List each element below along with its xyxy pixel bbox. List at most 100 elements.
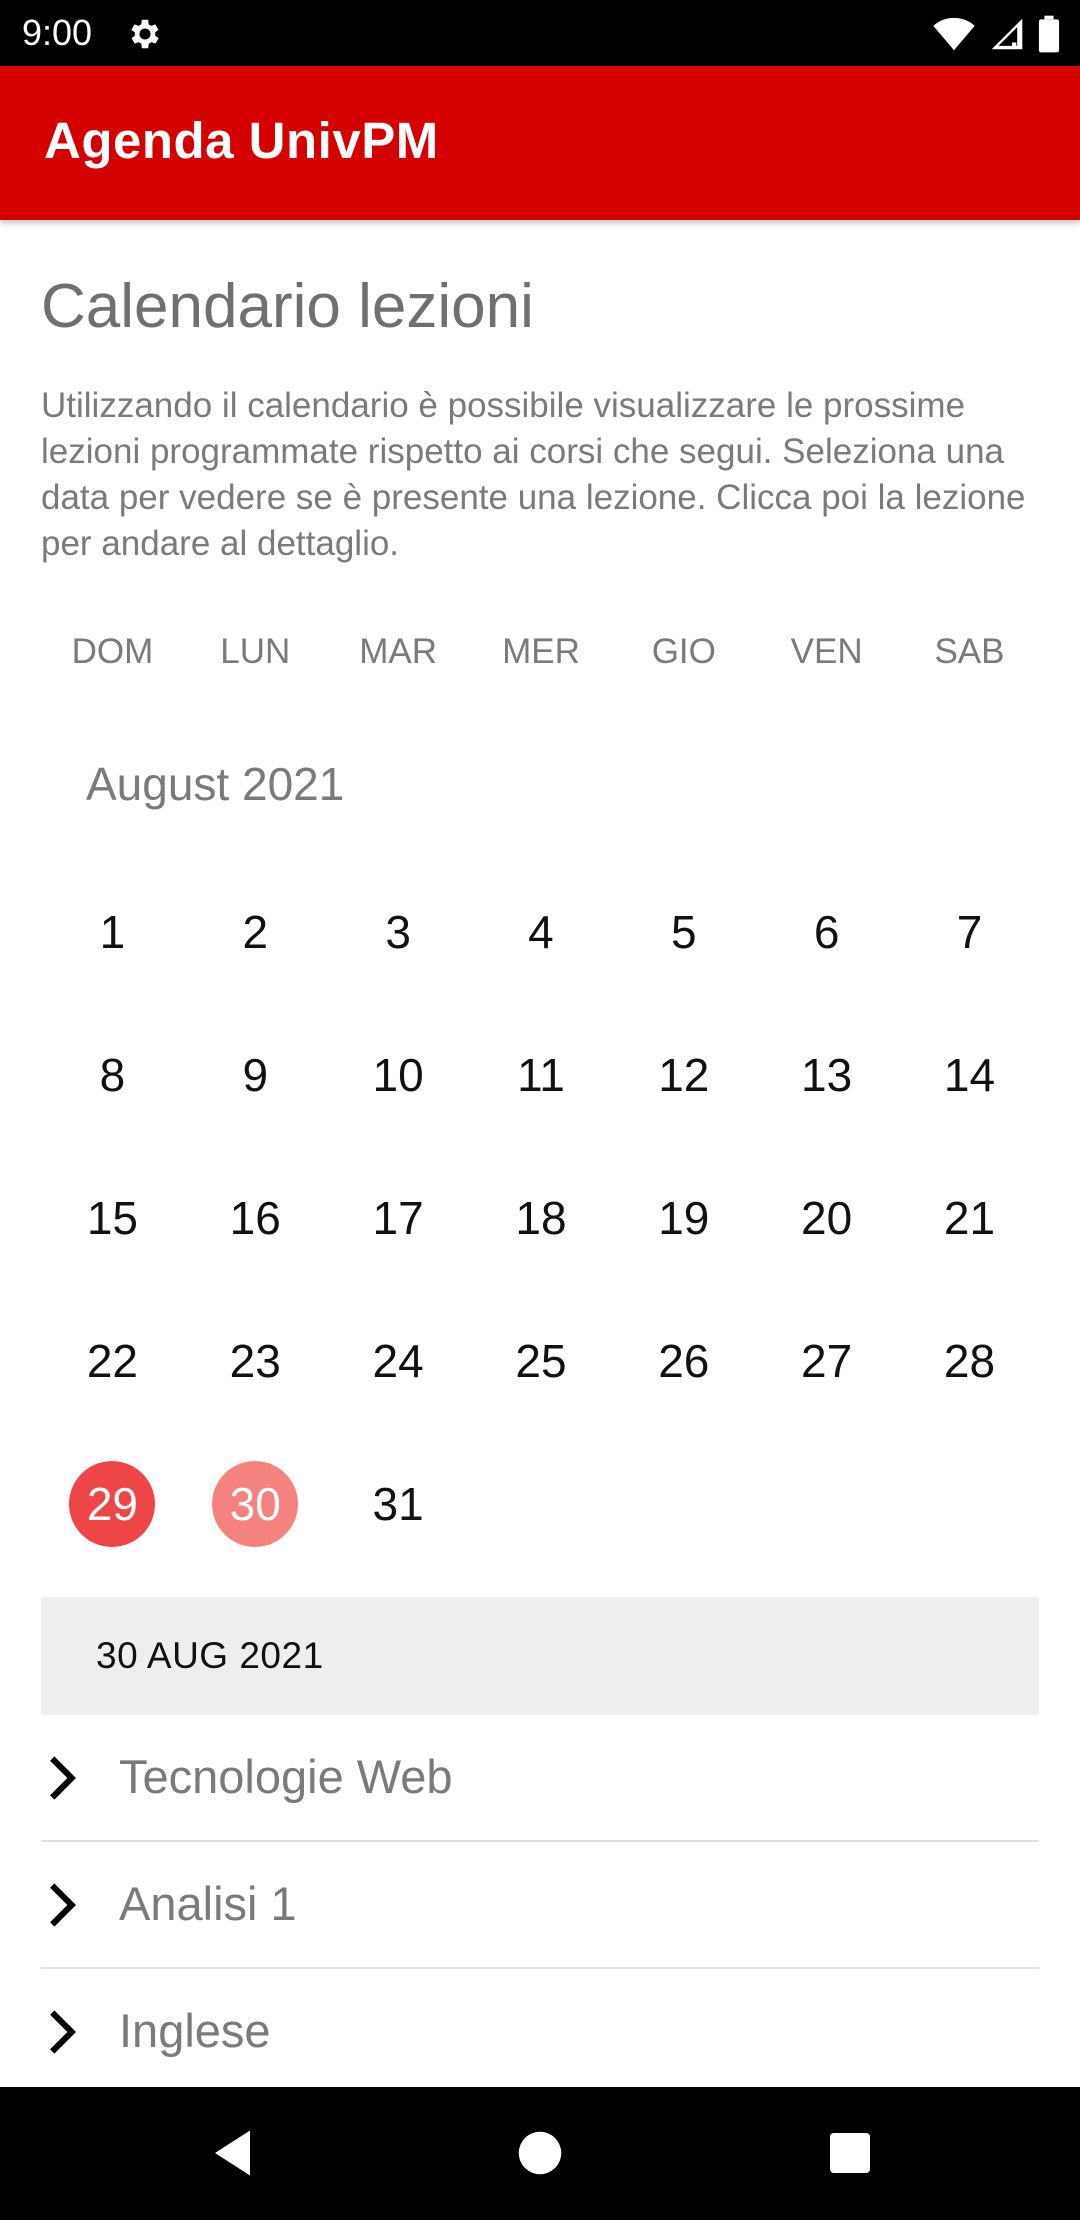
calendar-day-cell[interactable]: 6 <box>755 860 898 1003</box>
calendar-day-number: 20 <box>801 1191 853 1244</box>
calendar-grid: 1 2 3 4 5 6 7 8 9 10 11 12 13 14 15 16 17 18 19 20 21 22 23 24 2… <box>41 860 1041 1575</box>
calendar-day-cell[interactable]: 28 <box>898 1289 1041 1432</box>
calendar-day-number: 13 <box>801 1048 853 1101</box>
weekday-label: MAR <box>359 632 437 671</box>
chevron-right-icon <box>50 1883 77 1927</box>
weekday-header: DOM LUN MAR MER GIO VEN SAB <box>41 628 1041 676</box>
weekday-label: DOM <box>71 632 154 671</box>
calendar-week-row: 1 2 3 4 5 6 7 <box>41 860 1041 1003</box>
status-icons <box>932 14 1060 54</box>
intro-text: Utilizzando il calendario è possibile vi… <box>41 386 1026 563</box>
calendar-day-cell[interactable]: 9 <box>184 1003 327 1146</box>
calendar-day-cell[interactable]: 4 <box>470 860 613 1003</box>
calendar-day-cell[interactable]: 27 <box>755 1289 898 1432</box>
home-icon[interactable] <box>510 2123 570 2183</box>
calendar-day-number: 23 <box>229 1334 281 1387</box>
weekday-label: LUN <box>220 632 291 671</box>
calendar-day-number: 27 <box>801 1334 853 1387</box>
calendar-day-cell[interactable]: 17 <box>327 1146 470 1289</box>
calendar-day-cell[interactable]: 20 <box>755 1146 898 1289</box>
calendar-day-number: 26 <box>658 1334 710 1387</box>
chevron-right-icon <box>50 1756 77 1800</box>
calendar-week-row: 22 23 24 25 26 27 28 <box>41 1289 1041 1432</box>
calendar-day-cell[interactable]: 15 <box>41 1146 184 1289</box>
calendar-day-cell[interactable]: 18 <box>470 1146 613 1289</box>
calendar-week-row: 15 16 17 18 19 20 21 <box>41 1146 1041 1289</box>
calendar-day-number: 12 <box>658 1048 710 1101</box>
calendar-day-number: 11 <box>517 1048 565 1101</box>
app-title: Agenda UnivPM <box>44 112 439 169</box>
calendar-day-cell[interactable]: 30 <box>184 1432 327 1575</box>
cellular-signal-icon <box>991 18 1023 50</box>
calendar-day-number: 10 <box>372 1048 424 1101</box>
calendar-day-number: 25 <box>515 1334 567 1387</box>
calendar-day-number: 9 <box>242 1048 269 1101</box>
chevron-right-icon <box>50 2010 77 2054</box>
calendar-day-cell[interactable]: 12 <box>612 1003 755 1146</box>
calendar-day-today: 29 <box>69 1460 156 1547</box>
calendar-day-number: 18 <box>515 1191 567 1244</box>
month-label: August 2021 <box>86 758 345 810</box>
calendar-day-cell[interactable]: 25 <box>470 1289 613 1432</box>
weekday-label: SAB <box>934 632 1005 671</box>
lesson-label: Inglese <box>119 2004 271 2057</box>
calendar-day-cell[interactable]: 2 <box>184 860 327 1003</box>
app-bar: Agenda UnivPM <box>0 66 1080 220</box>
calendar-day-cell[interactable]: 21 <box>898 1146 1041 1289</box>
calendar-day-number: 15 <box>86 1191 138 1244</box>
lesson-label: Analisi 1 <box>119 1877 297 1930</box>
calendar-day-selected: 30 <box>212 1460 299 1547</box>
calendar-day-cell[interactable]: 1 <box>41 860 184 1003</box>
calendar-empty-cell <box>612 1432 755 1575</box>
calendar-day-cell[interactable]: 26 <box>612 1289 755 1432</box>
gear-icon <box>131 19 159 49</box>
calendar-day-number: 1 <box>99 905 126 958</box>
calendar-day-cell[interactable]: 13 <box>755 1003 898 1146</box>
status-time: 9:00 <box>22 12 93 53</box>
lesson-item[interactable]: Tecnologie Web <box>41 1715 1039 1842</box>
weekday-label: GIO <box>651 632 716 671</box>
calendar-day-cell[interactable]: 23 <box>184 1289 327 1432</box>
wifi-icon <box>933 17 975 51</box>
selected-date-header: 30 AUG 2021 <box>41 1597 1039 1715</box>
calendar-day-number: 22 <box>86 1334 138 1387</box>
calendar-day-cell[interactable]: 3 <box>327 860 470 1003</box>
calendar-day-number: 17 <box>372 1191 424 1244</box>
lesson-item[interactable]: Analisi 1 <box>41 1842 1039 1969</box>
calendar-empty-cell <box>755 1432 898 1575</box>
calendar-day-cell[interactable]: 7 <box>898 860 1041 1003</box>
calendar-day-cell[interactable]: 10 <box>327 1003 470 1146</box>
calendar-day-cell[interactable]: 31 <box>327 1432 470 1575</box>
calendar-day-cell[interactable]: 29 <box>41 1432 184 1575</box>
calendar-day-number: 21 <box>943 1191 996 1244</box>
calendar-day-cell[interactable]: 19 <box>612 1146 755 1289</box>
calendar-day-number: 8 <box>99 1048 126 1101</box>
calendar-empty-cell <box>898 1432 1041 1575</box>
calendar-day-cell[interactable]: 11 <box>470 1003 613 1146</box>
selected-date-label: 30 AUG 2021 <box>96 1635 324 1676</box>
calendar-day-cell[interactable]: 24 <box>327 1289 470 1432</box>
recents-icon[interactable] <box>820 2123 880 2183</box>
calendar-day-cell[interactable]: 5 <box>612 860 755 1003</box>
calendar-week-row: 29 30 31 <box>41 1432 1041 1575</box>
lesson-item[interactable]: Inglese <box>41 1969 1039 2085</box>
calendar-day-number: 28 <box>943 1334 996 1387</box>
calendar-day-number: 5 <box>671 905 697 958</box>
weekday-label: MER <box>502 632 580 671</box>
calendar-day-cell[interactable]: 22 <box>41 1289 184 1432</box>
calendar-day-number: 19 <box>658 1191 710 1244</box>
calendar-day-cell[interactable]: 16 <box>184 1146 327 1289</box>
lesson-label: Tecnologie Web <box>119 1750 453 1803</box>
back-icon[interactable] <box>205 2123 265 2183</box>
calendar-empty-cell <box>470 1432 613 1575</box>
page-title: Calendario lezioni <box>41 272 534 341</box>
navigation-bar <box>0 2087 1080 2220</box>
battery-icon <box>1038 15 1060 53</box>
calendar-week-row: 8 9 10 11 12 13 14 <box>41 1003 1041 1146</box>
weekday-label: VEN <box>790 632 863 671</box>
calendar-day-number: 16 <box>229 1191 281 1244</box>
calendar-day-number: 24 <box>372 1334 424 1387</box>
status-bar: 9:00 <box>0 0 1080 66</box>
calendar-day-cell[interactable]: 14 <box>898 1003 1041 1146</box>
calendar-day-cell[interactable]: 8 <box>41 1003 184 1146</box>
